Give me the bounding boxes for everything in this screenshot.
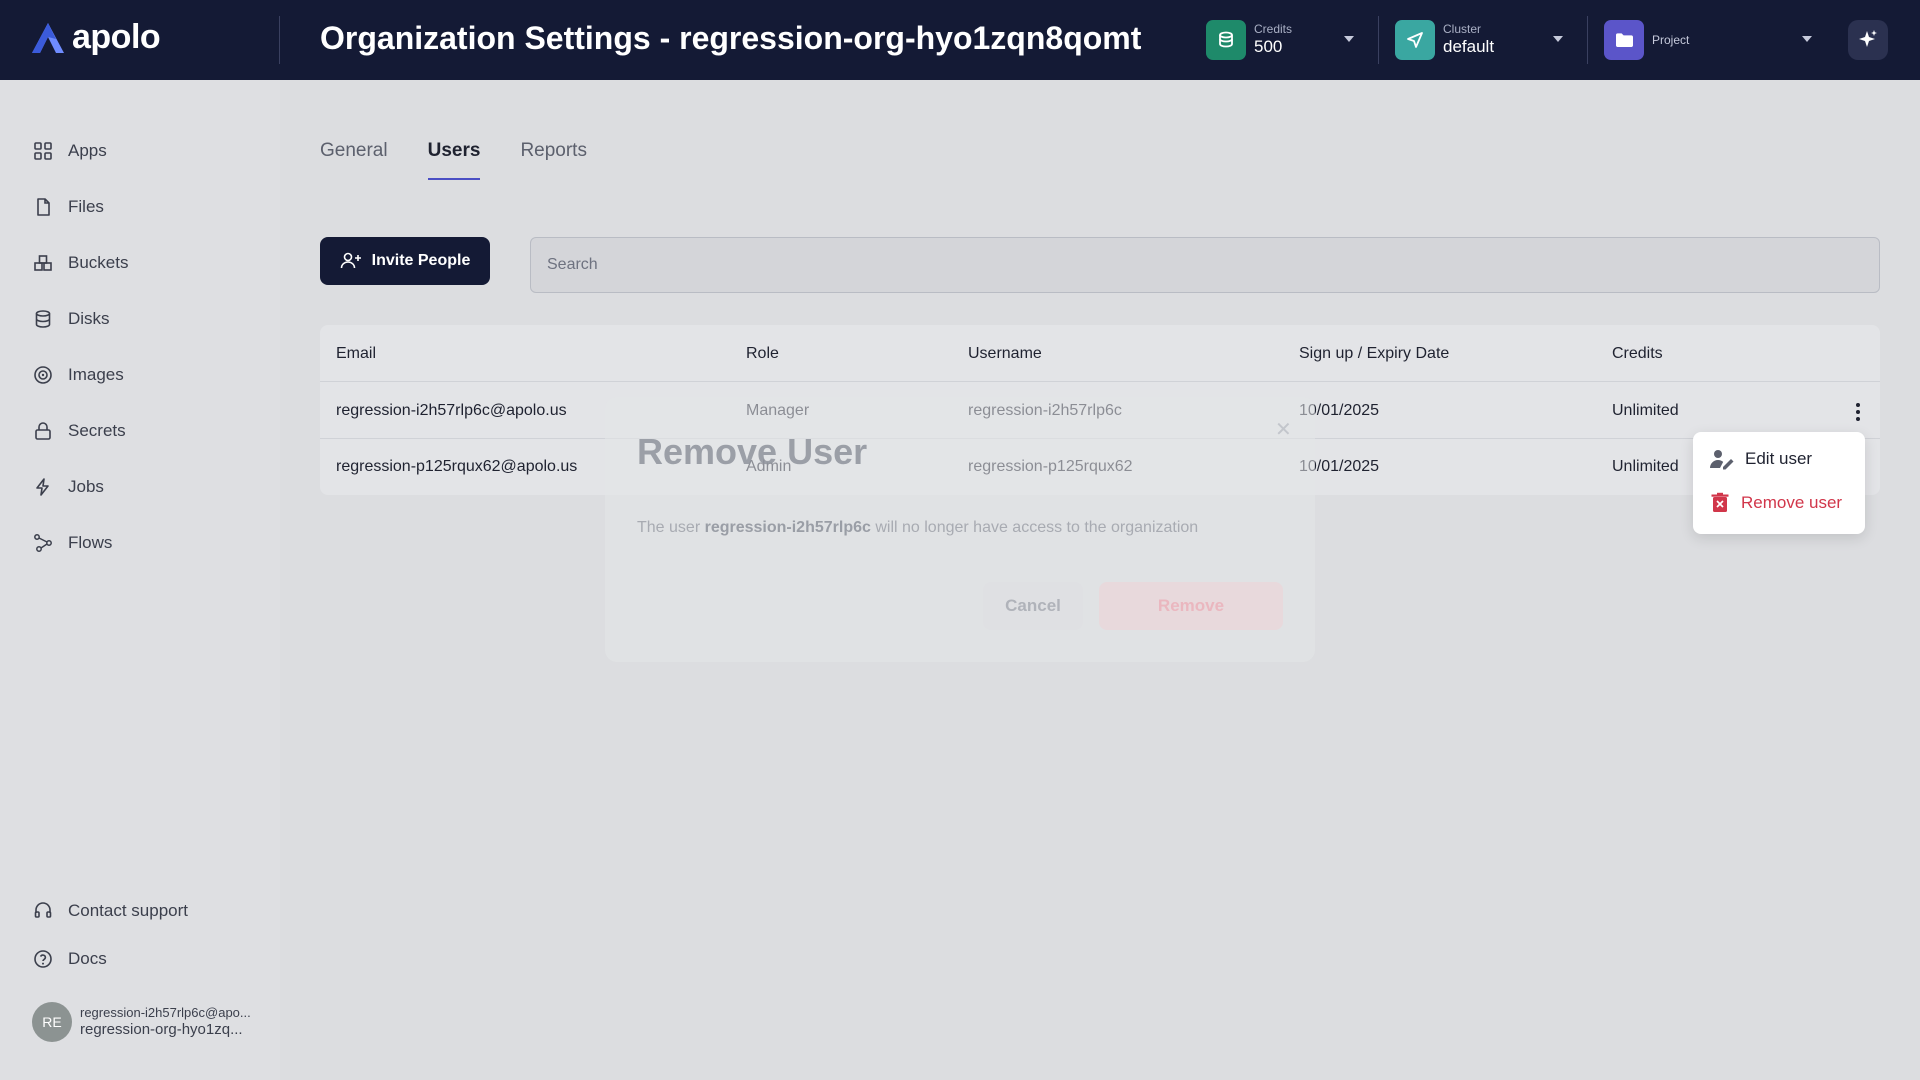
- search-input[interactable]: [530, 237, 1880, 293]
- brand-name: apolo: [72, 18, 161, 56]
- header-divider: [1378, 16, 1379, 64]
- sidebar-item-buckets[interactable]: Buckets: [32, 248, 128, 278]
- cluster-selector[interactable]: Cluster default: [1395, 18, 1494, 62]
- dialog-message: The user regression-i2h57rlp6c will no l…: [637, 519, 1198, 537]
- column-header-date[interactable]: Sign up / Expiry Date: [1299, 345, 1449, 363]
- credits-label: Credits: [1254, 22, 1293, 37]
- dialog-message-prefix: The user: [637, 519, 705, 536]
- dialog-message-user: regression-i2h57rlp6c: [704, 519, 871, 536]
- close-icon[interactable]: ✕: [1275, 417, 1292, 442]
- table-cell-credits: Unlimited: [1612, 402, 1679, 419]
- database-icon: [32, 308, 54, 330]
- edit-user-label: Edit user: [1745, 449, 1813, 468]
- edit-user-icon: [1710, 450, 1734, 470]
- user-org: regression-org-hyo1zq...: [80, 1020, 243, 1038]
- tab-general[interactable]: General: [320, 140, 388, 180]
- sidebar-item-flows[interactable]: Flows: [32, 528, 112, 558]
- header-divider: [1587, 16, 1588, 64]
- add-user-icon: [340, 252, 361, 269]
- header-divider: [279, 16, 280, 64]
- apolo-logo-icon: [32, 22, 64, 53]
- dialog-message-suffix: will no longer have access to the organi…: [870, 519, 1199, 536]
- sidebar-item-label: Files: [68, 197, 104, 216]
- sidebar: Apps Files Buckets Disks Images Secrets …: [0, 80, 280, 1080]
- column-header-username[interactable]: Username: [968, 345, 1042, 363]
- folder-icon: [1604, 20, 1644, 60]
- cluster-chevron-down-icon[interactable]: [1553, 36, 1563, 42]
- table-cell-credits: Unlimited: [1612, 458, 1679, 475]
- cancel-button[interactable]: Cancel: [983, 582, 1083, 630]
- send-icon: [1395, 20, 1435, 60]
- delete-icon: [1711, 492, 1729, 512]
- sidebar-item-files[interactable]: Files: [32, 192, 104, 222]
- apolo-logo[interactable]: apolo: [30, 18, 161, 57]
- buckets-icon: [32, 252, 54, 274]
- tab-users[interactable]: Users: [427, 140, 480, 180]
- top-bar: apolo Organization Settings - regression…: [0, 0, 1920, 80]
- flows-icon: [32, 532, 54, 554]
- sidebar-item-label: Disks: [68, 309, 110, 328]
- sidebar-item-label: Flows: [68, 533, 113, 552]
- project-chevron-down-icon[interactable]: [1802, 36, 1812, 42]
- page-title: Organization Settings - regression-org-h…: [320, 20, 1142, 56]
- coins-icon: [1206, 20, 1246, 60]
- sidebar-item-label: Jobs: [68, 477, 104, 496]
- cluster-value: default: [1443, 37, 1495, 57]
- column-header-credits[interactable]: Credits: [1612, 345, 1663, 363]
- headset-icon: [32, 900, 54, 922]
- sidebar-item-disks[interactable]: Disks: [32, 304, 110, 334]
- column-header-role[interactable]: Role: [746, 345, 779, 363]
- invite-people-button[interactable]: Invite People: [320, 237, 490, 285]
- credits-value: 500: [1254, 37, 1283, 57]
- sidebar-item-label: Apps: [68, 141, 107, 160]
- sidebar-item-label: Docs: [68, 949, 107, 968]
- sparkle-icon: [1859, 30, 1877, 47]
- settings-tabs: General Users Reports: [320, 140, 587, 180]
- table-divider: [320, 381, 1880, 382]
- menu-item-remove-user[interactable]: Remove user: [1709, 488, 1842, 518]
- sidebar-item-contact-support[interactable]: Contact support: [32, 896, 188, 926]
- lock-icon: [32, 420, 54, 442]
- user-email: regression-i2h57rlp6c@apo...: [80, 1005, 251, 1021]
- credits-selector[interactable]: Credits 500: [1206, 18, 1292, 62]
- menu-item-edit-user[interactable]: Edit user: [1709, 444, 1812, 474]
- sidebar-item-docs[interactable]: Docs: [32, 944, 107, 974]
- ai-sparkle-button[interactable]: [1848, 20, 1888, 60]
- remove-user-dialog: Remove User ✕ The user regression-i2h57r…: [605, 397, 1315, 662]
- sidebar-item-jobs[interactable]: Jobs: [32, 472, 104, 502]
- remove-button[interactable]: Remove: [1099, 582, 1283, 630]
- sidebar-item-label: Contact support: [68, 901, 189, 920]
- images-icon: [32, 364, 54, 386]
- user-profile[interactable]: RE regression-i2h57rlp6c@apo... regressi…: [32, 1002, 251, 1042]
- tab-reports[interactable]: Reports: [520, 140, 587, 180]
- remove-user-label: Remove user: [1741, 493, 1843, 512]
- sidebar-item-secrets[interactable]: Secrets: [32, 416, 126, 446]
- project-selector[interactable]: Project: [1604, 18, 1689, 62]
- row-actions-kebab-icon[interactable]: [1848, 399, 1868, 425]
- column-header-email[interactable]: Email: [336, 345, 376, 363]
- file-icon: [32, 196, 54, 218]
- sidebar-item-label: Buckets: [68, 253, 129, 272]
- sidebar-item-images[interactable]: Images: [32, 360, 124, 390]
- sidebar-item-apps[interactable]: Apps: [32, 136, 107, 166]
- sidebar-item-label: Images: [68, 365, 124, 384]
- table-cell-email: regression-p125rqux62@apolo.us: [336, 458, 578, 475]
- help-icon: [32, 948, 54, 970]
- credits-chevron-down-icon[interactable]: [1344, 36, 1354, 42]
- lightning-icon: [32, 476, 54, 498]
- dialog-title: Remove User: [637, 431, 868, 472]
- apps-grid-icon: [32, 140, 54, 162]
- invite-people-label: Invite People: [371, 252, 471, 269]
- table-cell-email: regression-i2h57rlp6c@apolo.us: [336, 402, 567, 419]
- avatar: RE: [32, 1002, 72, 1042]
- row-actions-menu: Edit user Remove user: [1693, 432, 1865, 534]
- sidebar-item-label: Secrets: [68, 421, 126, 440]
- project-label: Project: [1652, 33, 1690, 48]
- cluster-label: Cluster: [1443, 22, 1482, 37]
